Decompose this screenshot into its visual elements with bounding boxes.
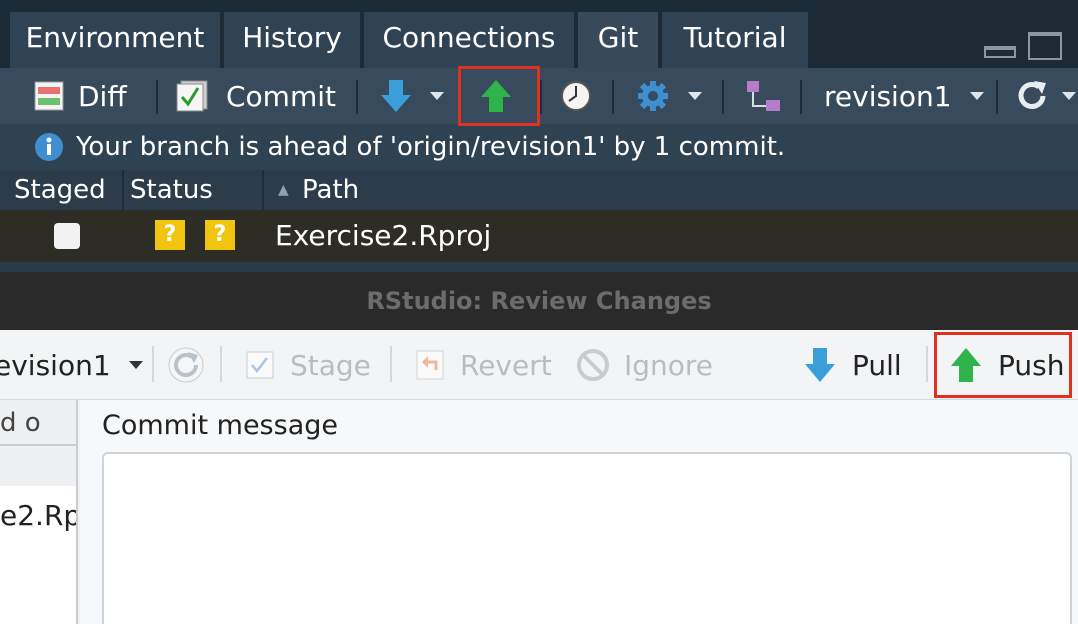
toolbar-divider	[156, 80, 158, 114]
commit-checkbox-icon	[176, 80, 208, 112]
status-badge: ?	[205, 220, 235, 250]
chevron-down-icon	[430, 92, 444, 100]
branch-name: revision1	[824, 79, 952, 113]
branch-select[interactable]: evision1	[0, 330, 143, 400]
pull-options-dropdown[interactable]	[430, 68, 444, 124]
pull-button[interactable]: Pull	[804, 330, 902, 400]
list-band	[0, 446, 76, 486]
commit-message-input[interactable]	[102, 452, 1072, 624]
ignore-label: Ignore	[624, 348, 714, 382]
review-changes-window: RStudio: Review Changes evision1 Stage R…	[0, 272, 1078, 624]
refresh-icon	[1018, 81, 1046, 109]
revert-icon	[416, 350, 444, 380]
maximize-pane-icon[interactable]	[1028, 32, 1062, 60]
toolbar-divider	[390, 346, 392, 382]
branch-graph-button[interactable]	[746, 68, 782, 124]
branch-icon	[747, 81, 780, 111]
tab-history[interactable]: History	[224, 12, 362, 68]
tab-environment[interactable]: Environment	[10, 12, 222, 68]
file-path: Exercise2.Rproj	[275, 219, 492, 252]
push-button-highlight	[934, 332, 1072, 398]
more-dropdown[interactable]	[1062, 68, 1076, 124]
prohibited-icon	[577, 349, 609, 381]
push-button-highlight	[458, 66, 540, 126]
ignore-button[interactable]: Ignore	[576, 330, 713, 400]
diff-button[interactable]: Diff	[34, 68, 127, 124]
column-header-path[interactable]: ▲ Path	[266, 170, 1078, 210]
minimize-pane-icon[interactable]	[984, 46, 1016, 58]
stage-checkbox[interactable]	[54, 223, 80, 249]
status-badge: ?	[155, 220, 185, 250]
history-button[interactable]	[560, 68, 592, 124]
tab-connections[interactable]: Connections	[364, 12, 576, 68]
toolbar-divider	[722, 80, 724, 114]
gear-icon	[638, 81, 668, 111]
revert-label: Revert	[460, 348, 552, 382]
branch-status-bar: Your branch is ahead of 'origin/revision…	[0, 124, 1078, 170]
branch-select[interactable]: revision1	[824, 68, 984, 124]
pane-tab-bar: Environment History Connections Git Tuto…	[0, 0, 1078, 68]
column-header-path-label: Path	[302, 175, 360, 205]
toolbar-divider	[800, 80, 802, 114]
checkbox-icon	[246, 351, 274, 379]
toolbar-divider	[926, 346, 928, 382]
stage-label: Stage	[290, 348, 371, 382]
diff-label: Diff	[78, 79, 127, 113]
tab-git[interactable]: Git	[578, 12, 660, 68]
toolbar-divider	[152, 346, 154, 382]
stage-button[interactable]: Stage	[246, 330, 371, 400]
refresh-icon	[168, 347, 204, 383]
chevron-down-icon	[688, 92, 702, 100]
toolbar-divider	[220, 346, 222, 382]
pull-arrow-icon	[805, 348, 835, 382]
refresh-button[interactable]	[168, 330, 204, 400]
chevron-down-icon	[1062, 92, 1076, 100]
file-list-item[interactable]: e2.Rpr	[0, 496, 76, 536]
commit-pane: Commit message	[80, 400, 1078, 624]
refresh-button[interactable]	[1014, 68, 1050, 124]
chevron-down-icon	[969, 92, 984, 100]
column-header-status[interactable]: Status	[126, 170, 264, 210]
commit-button[interactable]: Commit	[176, 68, 336, 124]
diff-icon	[34, 81, 64, 111]
commit-label: Commit	[226, 79, 336, 113]
toolbar-divider	[996, 80, 998, 114]
clock-icon	[561, 81, 591, 111]
info-icon	[35, 133, 63, 161]
tab-tutorial[interactable]: Tutorial	[662, 12, 810, 68]
chevron-down-icon	[128, 361, 143, 369]
toolbar-divider	[540, 80, 542, 114]
file-row[interactable]: ? ? Exercise2.Rproj	[0, 210, 1078, 262]
column-header[interactable]: d o	[0, 400, 76, 446]
review-toolbar: evision1 Stage Revert Ignore Pull Push	[0, 330, 1078, 400]
sort-caret-icon: ▲	[278, 182, 289, 198]
branch-name: evision1	[0, 348, 111, 382]
git-pane: Environment History Connections Git Tuto…	[0, 0, 1078, 275]
file-list-header: Staged Status ▲ Path	[0, 170, 1078, 210]
toolbar-divider	[356, 80, 358, 114]
settings-dropdown[interactable]	[688, 68, 702, 124]
branch-status-message: Your branch is ahead of 'origin/revision…	[76, 132, 786, 162]
pull-arrow-icon	[381, 80, 411, 112]
commit-message-label: Commit message	[102, 410, 338, 441]
column-header-staged[interactable]: Staged	[10, 170, 124, 210]
settings-button[interactable]	[636, 68, 670, 124]
pull-label: Pull	[852, 348, 902, 382]
pull-button[interactable]	[380, 68, 412, 124]
window-title: RStudio: Review Changes	[0, 272, 1078, 330]
changed-files-pane: d o e2.Rpr	[0, 400, 78, 624]
revert-button[interactable]: Revert	[416, 330, 552, 400]
toolbar-divider	[612, 80, 614, 114]
